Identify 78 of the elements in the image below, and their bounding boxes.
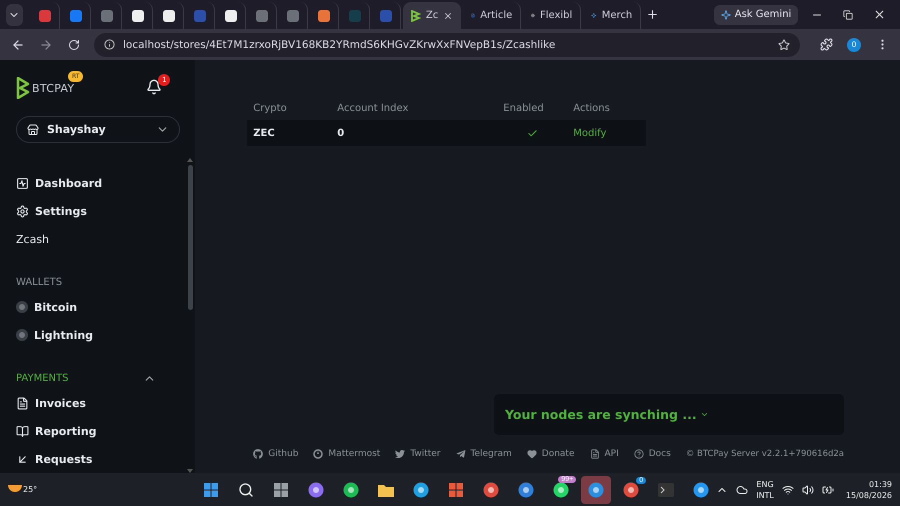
footer-link[interactable]: Donate — [526, 449, 574, 459]
footer-link[interactable]: Mattermost — [313, 449, 380, 459]
settings-icon — [16, 204, 29, 218]
reload-icon — [68, 38, 80, 50]
column-header: Enabled — [502, 102, 545, 116]
sync-text: Your nodes are synching ... — [505, 407, 697, 422]
nav-link[interactable]: Dashboard — [16, 169, 102, 197]
nav-link[interactable]: Invoices — [16, 389, 86, 417]
address-bar[interactable]: localhost/stores/4Et7M1zrxoRjBV168KB2YRmdS6KHGvZKrwXxFNVepB1s/Zcashlike — [94, 32, 800, 56]
info-icon — [104, 39, 115, 50]
mattermost-icon — [313, 449, 324, 459]
close-icon — [872, 8, 886, 21]
close-icon[interactable] — [443, 10, 454, 20]
nav-link[interactable]: Requests — [16, 445, 92, 473]
language-indicator[interactable]: ENG INTL — [756, 478, 774, 500]
telegram-icon — [456, 449, 466, 459]
taskbar-app[interactable] — [581, 476, 612, 504]
sync-notice[interactable]: Your nodes are synching ... — [494, 394, 844, 435]
windows-icon — [203, 482, 220, 498]
weather-icon — [8, 485, 22, 492]
folder-icon — [378, 482, 394, 496]
book-icon — [16, 424, 29, 438]
footer-link[interactable]: Docs — [634, 449, 671, 459]
forward-arrow-icon — [39, 38, 53, 52]
dashboard-icon — [16, 176, 29, 190]
nav-link[interactable]: Zcash — [16, 225, 50, 253]
footer-link[interactable]: API — [590, 449, 619, 459]
column-header: Account Index — [336, 102, 410, 116]
column-header: Actions — [572, 102, 611, 116]
status-dot-icon — [16, 329, 28, 341]
logo-icon — [410, 10, 421, 22]
section-heading: WALLETS — [16, 276, 62, 288]
nav-link[interactable]: Settings — [16, 197, 87, 225]
nav-link[interactable]: Reporting — [16, 417, 97, 445]
column-header: Crypto — [252, 102, 288, 116]
profile-button[interactable]: 0 — [842, 32, 866, 56]
puzzle-icon — [820, 38, 832, 51]
status-dot-icon — [16, 301, 28, 313]
github-icon — [253, 449, 264, 459]
caret-icon — [700, 410, 709, 419]
task-view-icon — [273, 482, 290, 498]
footer-link[interactable]: Github — [253, 449, 298, 459]
wifi-icon[interactable] — [782, 484, 794, 496]
nav-link[interactable]: Bitcoin — [16, 293, 78, 321]
plus-icon — [646, 8, 660, 21]
search-icon — [238, 482, 254, 498]
sparkle-icon — [720, 10, 731, 20]
cloud-icon[interactable] — [736, 484, 748, 496]
document-icon — [590, 449, 600, 459]
gemini-button[interactable]: Ask Gemini — [714, 4, 798, 24]
nav-link[interactable]: Lightning — [16, 321, 94, 349]
table-cell: 0 — [331, 120, 498, 146]
footer-link[interactable]: Twitter — [395, 449, 441, 459]
tab-search-button[interactable] — [6, 4, 23, 26]
footer-link[interactable]: Telegram — [456, 449, 512, 459]
scroll-up-icon[interactable] — [187, 158, 194, 162]
store-selector[interactable]: Shayshay — [16, 116, 180, 143]
bookmark-icon[interactable] — [778, 38, 790, 50]
volume-icon[interactable] — [802, 484, 814, 496]
copyright-text: © BTCPay Server v2.2.1+790616d2a — [686, 449, 844, 459]
help-icon — [634, 449, 644, 459]
logo-icon — [16, 77, 30, 100]
invoice-icon — [16, 396, 29, 410]
url-text: localhost/stores/4Et7M1zrxoRjBV168KB2YRmdS6KHGvZKrwXxFNVepB1s/Zcashlike — [123, 38, 556, 50]
clock[interactable]: 01:39 15/08/2026 — [846, 478, 892, 500]
heart-icon — [526, 449, 537, 459]
battery-icon[interactable] — [822, 484, 834, 496]
temperature-text: 25° — [23, 485, 38, 494]
logo-text: BTCPAY — [32, 82, 74, 95]
notification-icon[interactable] — [146, 79, 162, 96]
restore-icon — [843, 10, 854, 20]
modify-link[interactable]: Modify — [573, 128, 606, 138]
twitter-icon — [395, 449, 406, 459]
table-cell: ZEC — [247, 120, 332, 146]
section-heading: PAYMENTS — [16, 372, 68, 384]
sparkle-icon — [591, 10, 597, 21]
scrollbar-thumb[interactable] — [188, 165, 193, 310]
browser-tab[interactable]: Zc — [402, 2, 462, 29]
